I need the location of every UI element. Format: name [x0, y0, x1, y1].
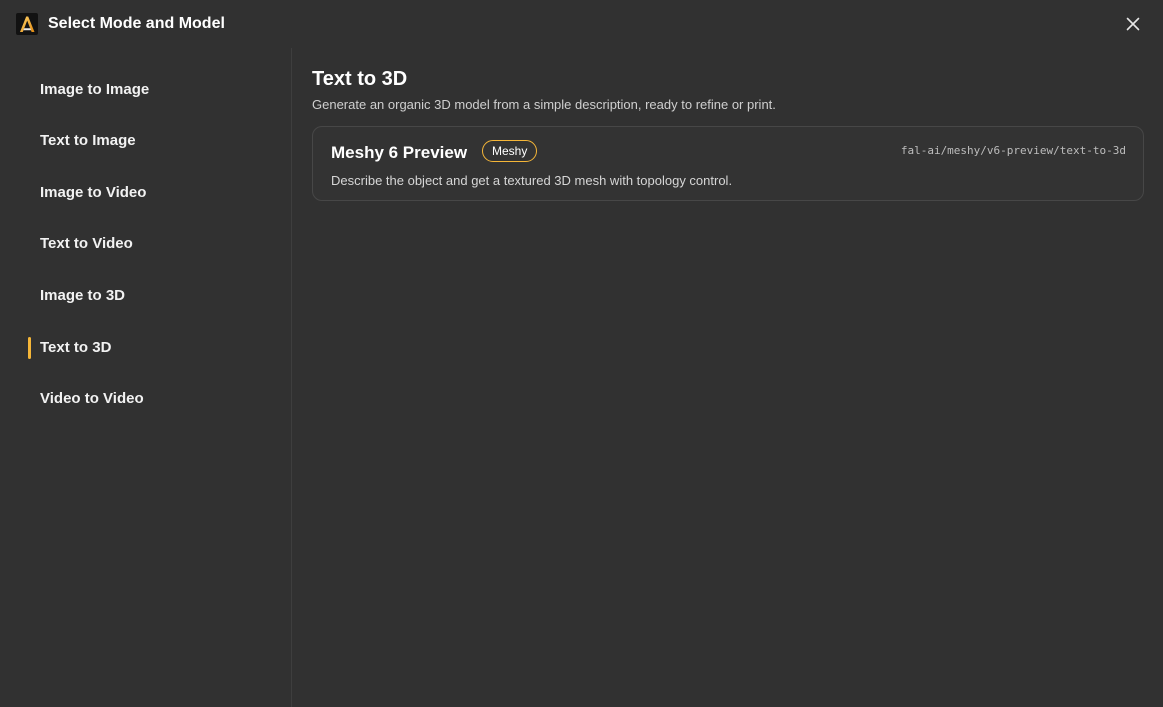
model-description: Describe the object and get a textured 3…: [331, 173, 733, 188]
select-mode-dialog: Select Mode and Model Image to Image Tex…: [0, 0, 1163, 707]
app-logo-icon: [16, 13, 38, 35]
model-card-meshy-6-preview[interactable]: Meshy 6 Preview Meshy fal-ai/meshy/v6-pr…: [312, 126, 1144, 201]
section-title: Text to 3D: [312, 68, 408, 90]
sidebar-item-label: Image to Video: [40, 184, 147, 201]
dialog-title: Select Mode and Model: [48, 15, 225, 32]
sidebar-item-label: Image to Image: [40, 81, 150, 98]
mode-sidebar: Image to Image Text to Image Image to Vi…: [0, 48, 291, 707]
model-name: Meshy 6 Preview: [331, 143, 468, 162]
model-endpoint: fal-ai/meshy/v6-preview/text-to-3d: [900, 144, 1126, 157]
sidebar-item-label: Text to Video: [40, 235, 133, 252]
sidebar-item-label: Video to Video: [40, 390, 144, 407]
sidebar-item-image-to-3d[interactable]: Image to 3D: [28, 282, 278, 310]
provider-badge: Meshy: [482, 140, 538, 162]
section-description: Generate an organic 3D model from a simp…: [312, 97, 776, 112]
sidebar-item-image-to-video[interactable]: Image to Video: [28, 179, 278, 207]
sidebar-item-label: Image to 3D: [40, 287, 126, 304]
sidebar-item-label: Text to 3D: [40, 339, 112, 356]
close-icon: [1126, 17, 1140, 31]
sidebar-item-text-to-3d[interactable]: Text to 3D: [28, 334, 278, 362]
sidebar-item-text-to-video[interactable]: Text to Video: [28, 230, 278, 258]
close-button[interactable]: [1121, 12, 1145, 36]
active-indicator: [28, 337, 31, 359]
sidebar-item-video-to-video[interactable]: Video to Video: [28, 385, 278, 413]
sidebar-item-text-to-image[interactable]: Text to Image: [28, 127, 278, 155]
sidebar-item-image-to-image[interactable]: Image to Image: [28, 76, 278, 104]
dialog-titlebar: Select Mode and Model: [0, 0, 1163, 48]
model-panel: Text to 3D Generate an organic 3D model …: [292, 48, 1163, 707]
sidebar-item-label: Text to Image: [40, 132, 136, 149]
